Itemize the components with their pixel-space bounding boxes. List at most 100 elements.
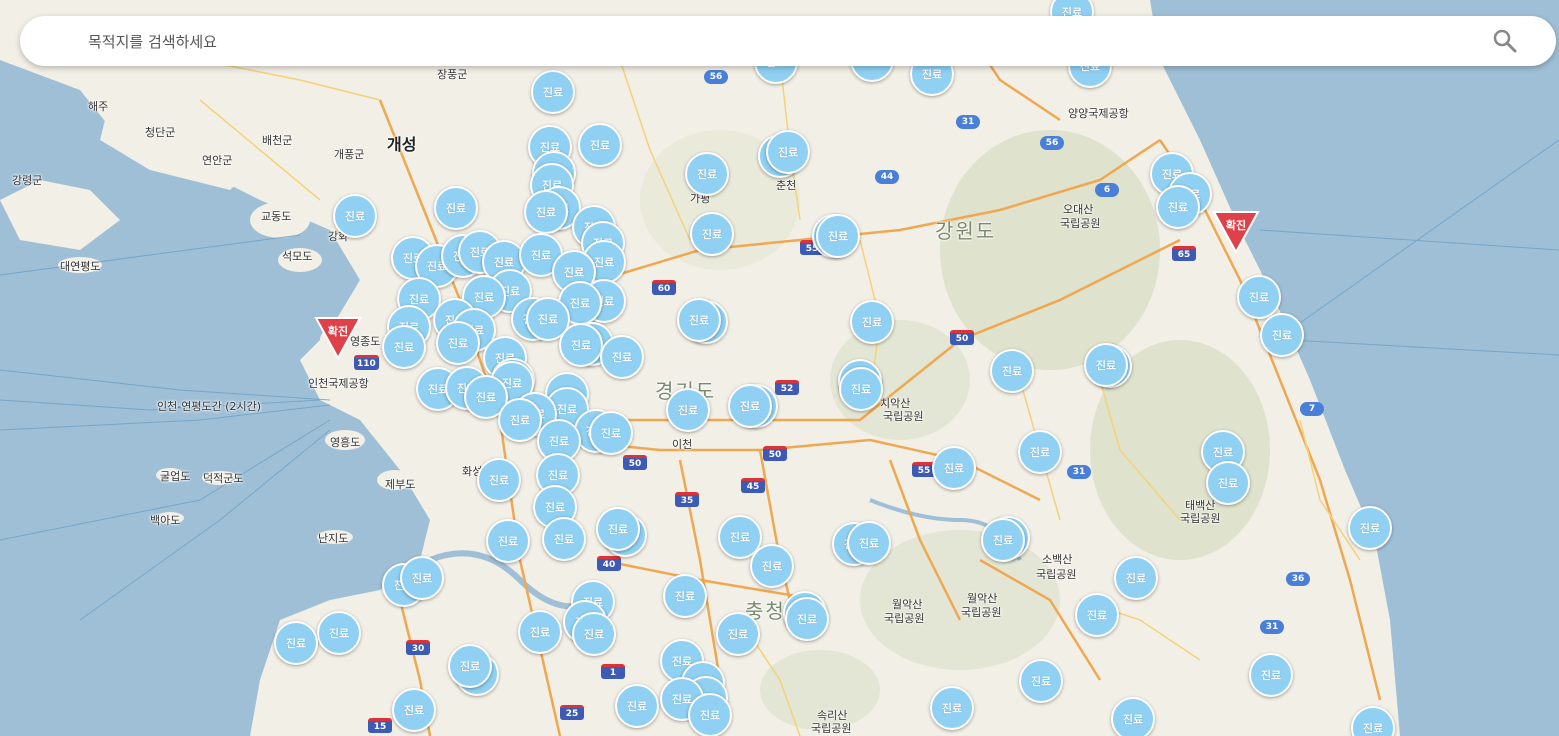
clinic-marker[interactable]: 진료	[688, 693, 732, 736]
clinic-marker[interactable]: 진료	[615, 684, 659, 728]
place-label: 국립공원	[1060, 217, 1101, 230]
clinic-marker[interactable]: 진료	[728, 384, 772, 428]
clinic-marker[interactable]: 진료	[436, 321, 480, 365]
clinic-marker[interactable]: 진료	[990, 349, 1034, 393]
clinic-marker[interactable]: 진료	[448, 644, 492, 688]
clinic-marker[interactable]: 진료	[1075, 593, 1119, 637]
clinic-marker[interactable]: 진료	[666, 388, 710, 432]
road-number-shield: 50	[623, 455, 647, 470]
clinic-marker[interactable]: 진료	[839, 367, 883, 411]
road-number-shield: 1	[601, 664, 625, 679]
clinic-marker[interactable]: 진료	[559, 323, 603, 367]
road-number-shield: 56	[704, 70, 728, 84]
place-label: 청단군	[145, 126, 176, 139]
road-number-shield: 35	[675, 492, 699, 507]
clinic-marker[interactable]: 진료	[596, 507, 640, 551]
clinic-marker[interactable]: 진료	[600, 335, 644, 379]
clinic-marker[interactable]: 진료	[850, 300, 894, 344]
place-label: 난지도	[318, 532, 349, 545]
clinic-marker[interactable]: 진료	[847, 521, 891, 565]
confirmed-marker[interactable]: 확진	[1212, 210, 1260, 256]
road-number-shield: 36	[1286, 572, 1310, 586]
place-label: 이천	[672, 438, 693, 451]
clinic-marker[interactable]: 진료	[663, 574, 707, 618]
road-number-shield: 52	[775, 380, 799, 395]
clinic-marker[interactable]: 진료	[589, 411, 633, 455]
clinic-marker[interactable]: 진료	[1237, 275, 1281, 319]
road-number-shield: 7	[1300, 402, 1324, 416]
road-number-shield: 50	[763, 446, 787, 461]
clinic-marker[interactable]: 진료	[1348, 506, 1392, 550]
place-label: 제부도	[385, 478, 416, 491]
road-number-shield: 65	[1172, 246, 1196, 261]
road-number-shield: 44	[875, 170, 899, 184]
clinic-marker[interactable]: 진료	[677, 298, 721, 342]
clinic-marker[interactable]: 진료	[690, 212, 734, 256]
place-label: 덕적군도	[203, 472, 244, 485]
clinic-marker[interactable]: 진료	[1114, 556, 1158, 600]
road-number-shield: 15	[368, 718, 392, 733]
clinic-marker[interactable]: 진료	[1156, 185, 1200, 229]
clinic-marker[interactable]: 진료	[1249, 653, 1293, 697]
clinic-marker[interactable]: 진료	[542, 517, 586, 561]
place-label: 국립공원	[1036, 568, 1077, 581]
place-label: 해주	[88, 100, 109, 113]
clinic-marker[interactable]: 진료	[1260, 313, 1304, 357]
clinic-marker[interactable]: 진료	[930, 686, 974, 730]
road-number-shield: 45	[741, 478, 765, 493]
place-label: 양양국제공항	[1068, 107, 1129, 120]
clinic-marker[interactable]: 진료	[816, 214, 860, 258]
clinic-marker[interactable]: 진료	[477, 458, 521, 502]
place-label: 배천군	[262, 134, 293, 147]
clinic-marker[interactable]: 진료	[932, 446, 976, 490]
clinic-marker[interactable]: 진료	[400, 556, 444, 600]
clinic-marker[interactable]: 진료	[685, 152, 729, 196]
clinic-marker[interactable]: 진료	[766, 130, 810, 174]
place-label: 국립공원	[883, 410, 924, 423]
clinic-marker[interactable]: 진료	[1019, 659, 1063, 703]
place-label: 석모도	[282, 250, 313, 263]
place-label: 개성	[387, 135, 417, 154]
search-icon[interactable]	[1492, 28, 1518, 54]
road-number-shield: 6	[1095, 183, 1119, 197]
place-label: 춘천	[776, 179, 797, 192]
clinic-marker[interactable]: 진료	[382, 325, 426, 369]
road-number-shield: 50	[950, 330, 974, 345]
clinic-marker[interactable]: 진료	[274, 621, 318, 665]
clinic-marker[interactable]: 진료	[317, 611, 361, 655]
place-label: 소백산	[1042, 553, 1073, 566]
clinic-marker[interactable]: 진료	[392, 688, 436, 732]
clinic-marker[interactable]: 진료	[1084, 343, 1128, 387]
place-label: 국립공원	[811, 722, 852, 735]
place-label: 대연평도	[60, 260, 101, 273]
place-label: 강령군	[12, 174, 43, 187]
place-label: 인천국제공항	[308, 377, 369, 390]
clinic-marker[interactable]: 진료	[434, 186, 478, 230]
clinic-marker[interactable]: 진료	[498, 398, 542, 442]
clinic-marker[interactable]: 진료	[1206, 461, 1250, 505]
clinic-marker[interactable]: 진료	[572, 612, 616, 656]
place-label: 교동도	[261, 210, 292, 223]
clinic-marker[interactable]: 진료	[518, 610, 562, 654]
map-view[interactable]: 해주 청단군 배천군 연안군 강령군 개풍군 장풍군 개성 교동도 석모도 대연평도 강화 영종도 인천국…	[0, 0, 1559, 736]
clinic-marker[interactable]: 진료	[531, 70, 575, 114]
clinic-marker[interactable]: 진료	[981, 518, 1025, 562]
place-label: 굴업도	[160, 470, 191, 483]
clinic-marker[interactable]: 진료	[1018, 430, 1062, 474]
map-base	[0, 0, 1559, 736]
clinic-marker[interactable]: 진료	[716, 612, 760, 656]
place-label: 영흥도	[330, 436, 361, 449]
road-number-shield: 30	[406, 640, 430, 655]
clinic-marker[interactable]: 진료	[785, 597, 829, 641]
clinic-marker[interactable]: 진료	[1111, 697, 1155, 736]
clinic-marker[interactable]: 진료	[524, 190, 568, 234]
clinic-marker[interactable]: 진료	[486, 519, 530, 563]
search-input[interactable]	[86, 28, 1390, 56]
clinic-marker[interactable]: 진료	[578, 123, 622, 167]
clinic-marker[interactable]: 진료	[750, 544, 794, 588]
confirmed-marker[interactable]: 확진	[314, 316, 362, 362]
place-label: 백아도	[150, 514, 181, 527]
road-number-shield: 40	[597, 556, 621, 571]
clinic-marker[interactable]: 진료	[333, 194, 377, 238]
place-label: 국립공원	[961, 606, 1002, 619]
